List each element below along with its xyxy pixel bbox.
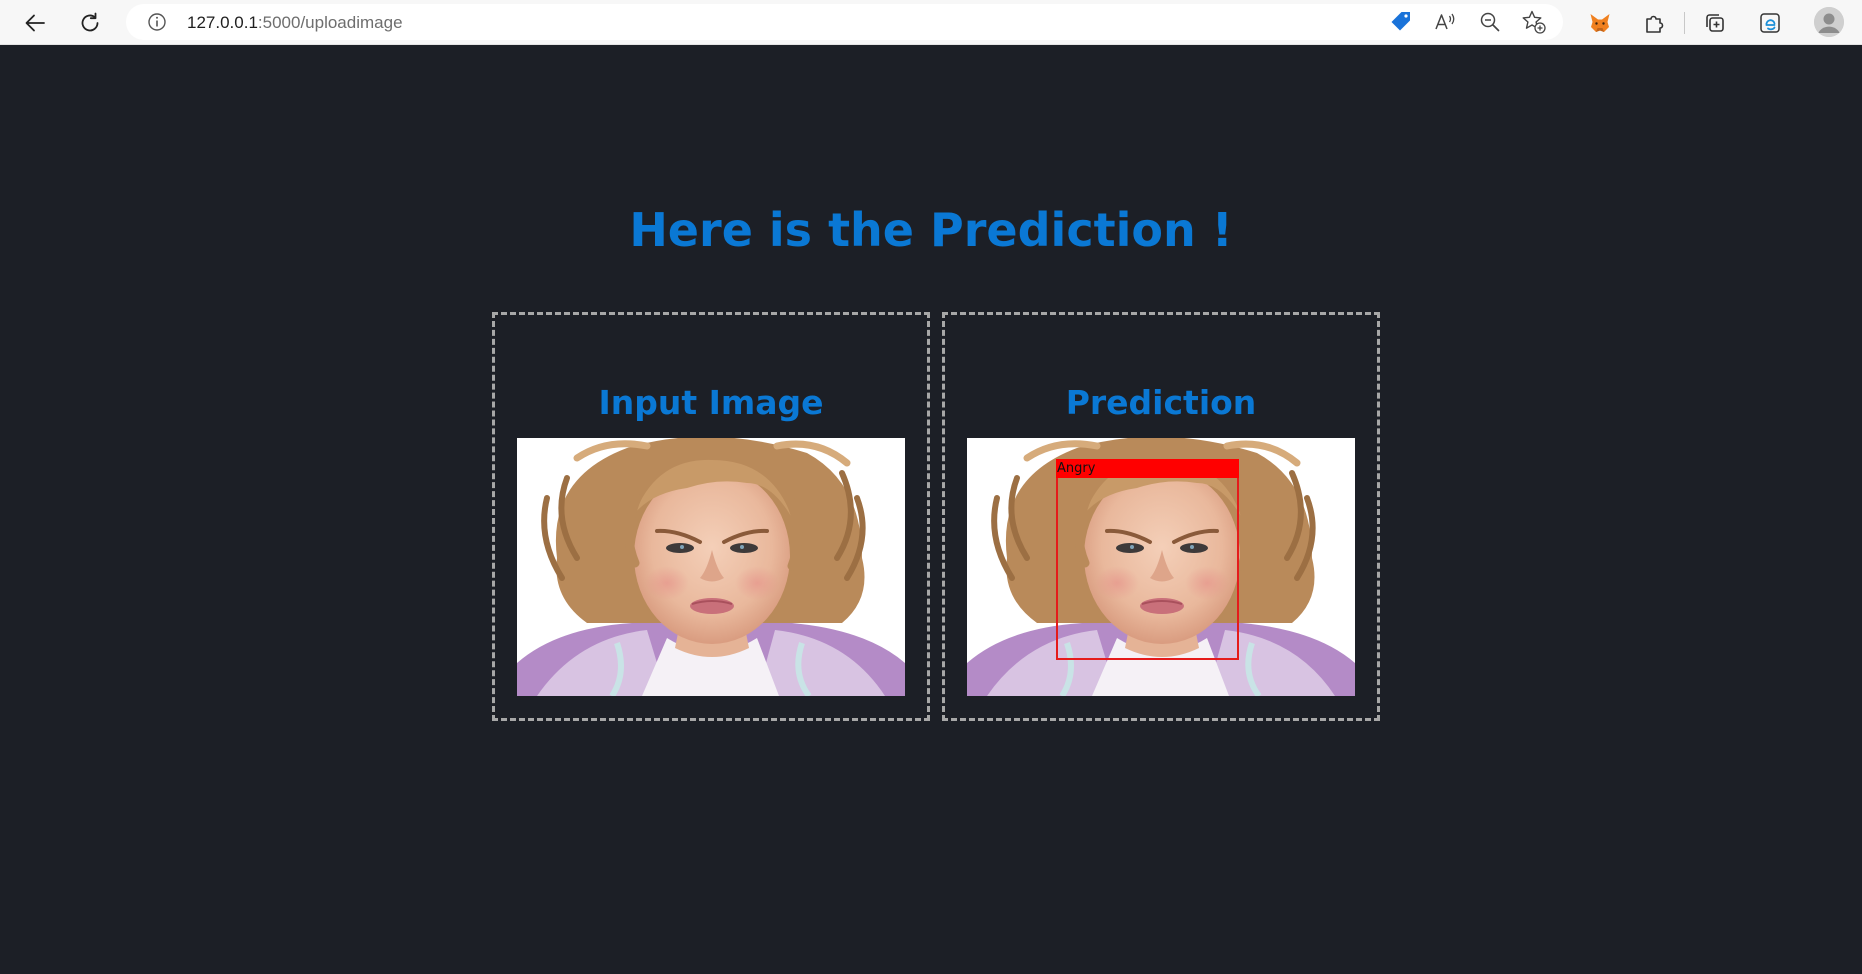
browser-toolbar: 127.0.0.1:5000/uploadimage	[0, 0, 1862, 45]
favorite-button[interactable]	[1520, 8, 1548, 36]
prediction-image: Angry	[967, 438, 1355, 696]
input-image-panel: Input Image	[492, 312, 930, 721]
profile-button[interactable]	[1814, 7, 1844, 37]
read-aloud-icon	[1435, 13, 1455, 30]
input-image	[517, 438, 905, 696]
profile-avatar-icon	[1814, 7, 1844, 37]
read-aloud-button[interactable]	[1431, 8, 1459, 36]
url-host: 127.0.0.1	[187, 13, 258, 32]
puzzle-extensions-icon	[1645, 15, 1663, 33]
prediction-panel: Prediction Angry	[942, 312, 1380, 721]
input-image-title: Input Image	[598, 383, 824, 422]
collections-button[interactable]	[1698, 6, 1731, 39]
site-info-button[interactable]	[143, 8, 171, 36]
metamask-extension-button[interactable]	[1583, 6, 1616, 39]
zoom-out-icon	[1480, 12, 1500, 32]
prediction-title: Prediction	[1065, 383, 1257, 422]
collections-icon	[1705, 13, 1724, 32]
back-arrow-icon	[25, 14, 45, 31]
extensions-button[interactable]	[1638, 6, 1671, 39]
page-title: Here is the Prediction !	[629, 203, 1233, 257]
refresh-icon	[81, 12, 98, 31]
url-path: :5000/uploadimage	[257, 13, 403, 32]
shopping-button[interactable]	[1387, 8, 1415, 36]
address-bar[interactable]: 127.0.0.1:5000/uploadimage	[126, 4, 1563, 40]
emotion-label: Angry	[1056, 459, 1239, 478]
url-text[interactable]: 127.0.0.1:5000/uploadimage	[187, 13, 403, 33]
zoom-button[interactable]	[1476, 8, 1504, 36]
shopping-tag-icon	[1391, 12, 1410, 31]
back-button[interactable]	[18, 6, 51, 39]
info-icon	[148, 13, 166, 31]
toolbar-separator	[1684, 12, 1685, 34]
edge-button[interactable]	[1753, 6, 1786, 39]
edge-icon	[1759, 12, 1780, 33]
face-bounding-box	[1056, 459, 1239, 660]
add-favorite-icon	[1522, 10, 1546, 34]
refresh-button[interactable]	[73, 6, 106, 39]
fox-extension-icon	[1590, 13, 1609, 32]
child-face-image	[517, 438, 905, 696]
